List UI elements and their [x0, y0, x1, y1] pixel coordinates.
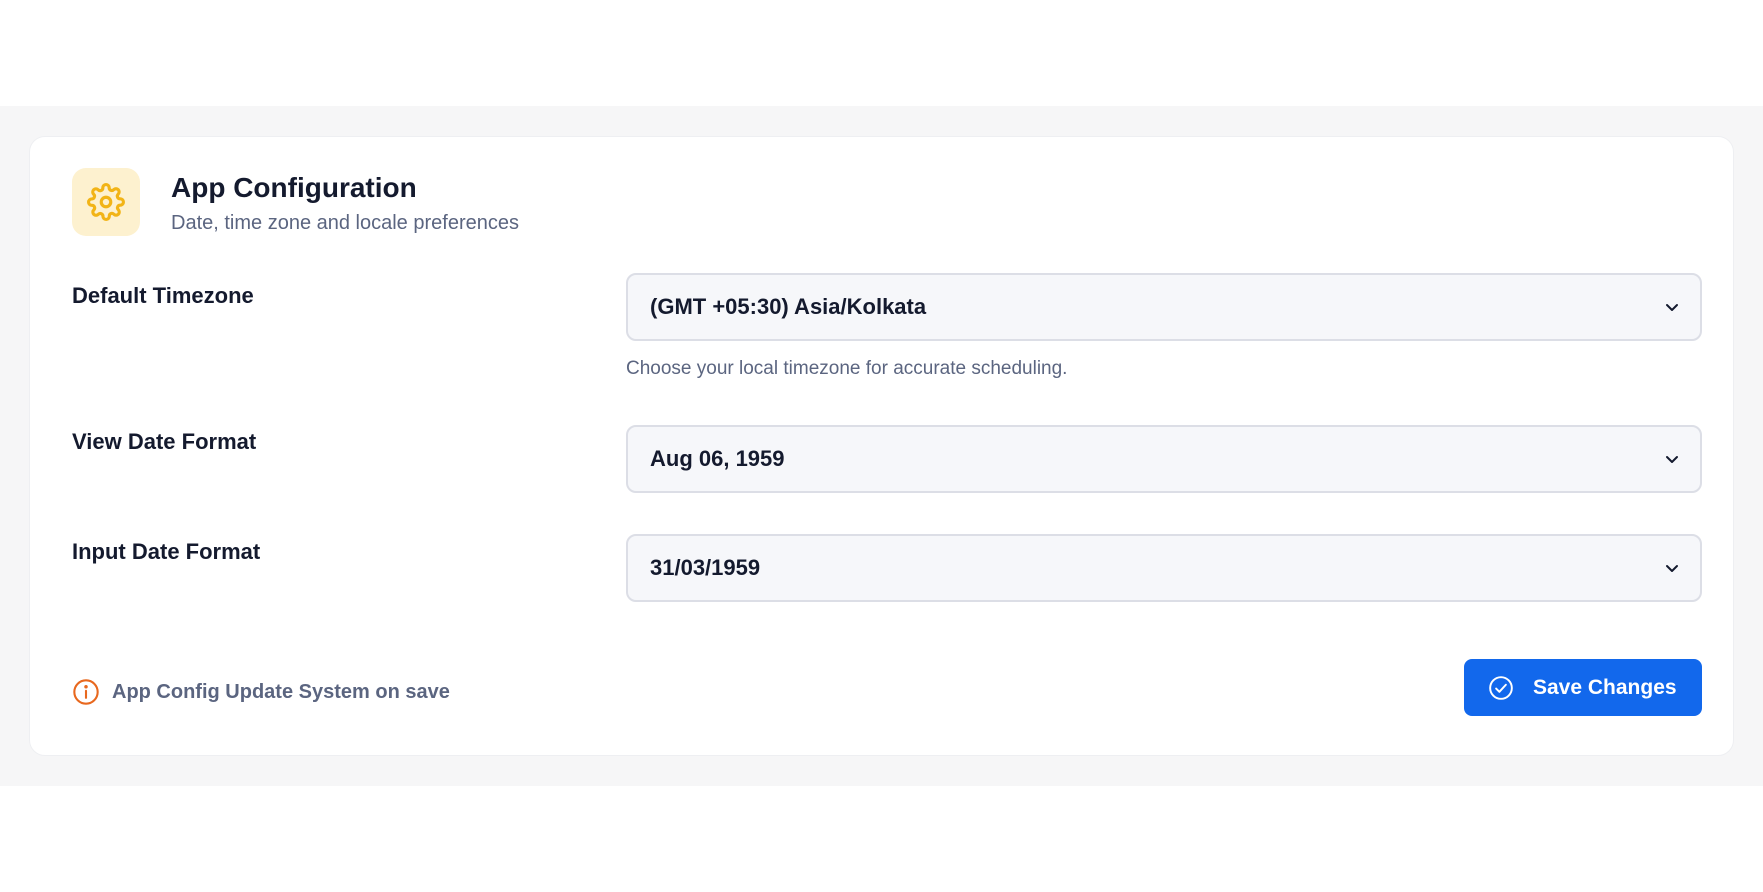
timezone-label: Default Timezone [72, 283, 254, 308]
view-date-format-select[interactable]: Aug 06, 1959 [626, 425, 1702, 493]
settings-card: App Configuration Date, time zone and lo… [29, 136, 1734, 756]
info-icon [73, 679, 99, 705]
header-icon-badge [72, 168, 140, 236]
input-date-format-label: Input Date Format [72, 539, 261, 564]
footer-note: App Config Update System on save [72, 677, 450, 707]
view-date-format-value: Aug 06, 1959 [650, 446, 785, 471]
save-changes-label: Save Changes [1533, 675, 1677, 699]
page-title: App Configuration [171, 172, 417, 203]
footer-note-text: App Config Update System on save [112, 680, 450, 703]
chevron-down-icon [1662, 558, 1682, 578]
card-header: App Configuration Date, time zone and lo… [72, 168, 972, 238]
timezone-select[interactable]: (GMT +05:30) Asia/Kolkata [626, 273, 1702, 341]
view-date-format-label: View Date Format [72, 429, 257, 454]
chevron-down-icon [1662, 297, 1682, 317]
timezone-hint: Choose your local timezone for accurate … [626, 358, 1068, 379]
timezone-select-value: (GMT +05:30) Asia/Kolkata [650, 294, 927, 319]
page-subtitle: Date, time zone and locale preferences [171, 212, 519, 234]
chevron-down-icon [1662, 449, 1682, 469]
gear-icon [87, 183, 125, 221]
input-date-format-value: 31/03/1959 [650, 555, 761, 580]
check-circle-icon [1489, 675, 1513, 700]
input-date-format-select[interactable]: 31/03/1959 [626, 534, 1702, 602]
save-changes-button[interactable]: Save Changes [1464, 659, 1702, 716]
